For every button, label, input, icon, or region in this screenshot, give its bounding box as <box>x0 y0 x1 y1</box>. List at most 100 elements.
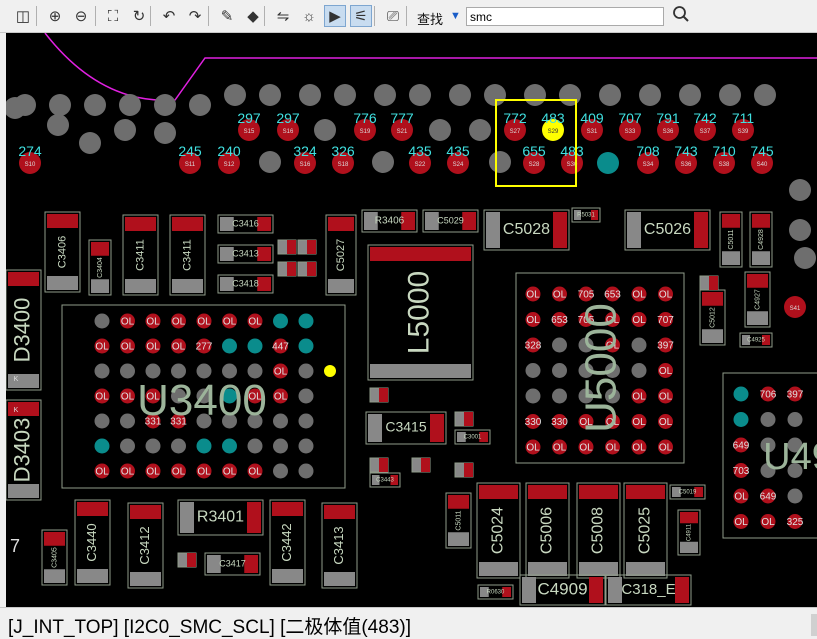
gray-pad <box>299 84 321 106</box>
component: C3001 <box>454 429 491 445</box>
pad-label: S19 <box>360 129 371 135</box>
component-pad <box>324 505 355 519</box>
pad-value: 274 <box>18 143 42 159</box>
component-pad <box>8 272 39 286</box>
component-label: C3416 <box>232 218 259 228</box>
ball-value: 705 <box>578 290 595 301</box>
gray-pad <box>84 94 106 116</box>
pad-label: S16 <box>283 129 294 135</box>
component-label: C3418 <box>232 278 259 288</box>
ball-pad <box>171 438 186 454</box>
ball-value: OL <box>95 392 109 403</box>
ball-value: 653 <box>551 315 568 326</box>
board-canvas[interactable]: S15 297 S16 297 S19 776 S21 777 S27 772 S29 483 S31 4… <box>6 33 817 607</box>
pad-label: S40 <box>757 162 768 168</box>
find-dropdown-icon[interactable]: ▼ <box>450 10 461 22</box>
component: C4927 <box>744 271 771 328</box>
ball-value: OL <box>526 290 540 301</box>
scrollbar[interactable] <box>811 614 817 636</box>
component-pad <box>486 212 500 248</box>
component-pad <box>244 555 258 573</box>
component-pad <box>752 214 770 228</box>
toolbar-separator <box>95 6 96 26</box>
component-label: C5011 <box>728 229 735 249</box>
ball-value: 330 <box>525 417 542 428</box>
ball-value: OL <box>734 492 748 503</box>
component: C5011 <box>719 211 743 268</box>
ball-value: OL <box>659 417 673 428</box>
board-view[interactable]: S15 297 S16 297 S19 776 S21 777 S27 772 S29 483 S31 4… <box>6 33 817 607</box>
component-pad <box>44 569 65 583</box>
component: C5024 <box>476 482 521 579</box>
gray-pad <box>679 84 701 106</box>
ball-pad <box>94 363 110 379</box>
gray-pad <box>259 84 281 106</box>
rotate-left-icon: ↶ <box>162 8 176 25</box>
mirror-button[interactable]: ⇋ <box>272 5 294 27</box>
ball-pad <box>247 438 263 454</box>
pad-value: 711 <box>732 110 755 126</box>
component-pad <box>752 251 770 265</box>
component: C5026 <box>624 209 711 251</box>
search-icon <box>672 5 690 27</box>
component: R3406 <box>361 209 418 233</box>
toolbar-separator <box>406 6 407 26</box>
rotate-right-icon: ↷ <box>188 8 202 25</box>
zoom-out-button[interactable]: ⊖ <box>70 5 92 27</box>
ball-value: OL <box>121 342 135 353</box>
component-pad <box>627 212 641 248</box>
component-label: C318_E <box>621 581 675 598</box>
component: C5006 <box>525 482 570 579</box>
mouse-button[interactable]: ⎚ <box>382 5 404 27</box>
component-label: C3415 <box>385 419 426 435</box>
search-input[interactable] <box>466 7 664 26</box>
paint-button[interactable]: ✎ <box>216 5 238 27</box>
component-pad <box>8 402 39 416</box>
component-pad <box>579 485 618 499</box>
zoom-fit-button[interactable]: ⛶ <box>102 5 124 27</box>
component-label: C3411 <box>181 239 193 271</box>
net-highlight-button[interactable]: ▶ <box>324 5 346 27</box>
ball-value: OL <box>274 392 288 403</box>
component-pad <box>172 279 203 293</box>
component-label: C3413 <box>331 526 346 564</box>
small-part-pad <box>287 240 296 254</box>
diamond-button[interactable]: ◆ <box>242 5 264 27</box>
component-label: C5006 <box>539 507 556 554</box>
component-label: C5029 <box>437 215 464 225</box>
lamp-button[interactable]: ☼ <box>298 5 320 27</box>
search-button[interactable] <box>670 5 692 27</box>
refresh-button[interactable]: ↻ <box>128 5 150 27</box>
ball-value: OL <box>146 342 160 353</box>
ball-pad <box>733 386 749 402</box>
component-pad <box>747 274 768 288</box>
component-label: C3001 <box>464 435 482 441</box>
ball-pad <box>552 363 567 378</box>
component-pad <box>722 214 740 228</box>
rotate-left-button[interactable]: ↶ <box>158 5 180 27</box>
component-pad <box>579 562 618 576</box>
ball-value: OL <box>632 392 646 403</box>
component-pad <box>553 212 567 248</box>
component: C5025 <box>623 482 668 579</box>
trace-button[interactable]: ⚟ <box>350 5 372 27</box>
rotate-right-button[interactable]: ↷ <box>184 5 206 27</box>
ball-value: 397 <box>657 341 674 352</box>
component-pad <box>370 364 471 378</box>
component-pad <box>370 247 471 261</box>
component-pad <box>522 577 536 603</box>
component: C3413 <box>217 244 274 264</box>
pad-value: 710 <box>712 143 736 159</box>
component-label: C4928 <box>758 229 765 250</box>
ball-value: OL <box>146 467 160 478</box>
component-pad <box>257 217 271 231</box>
component-label: C3411 <box>134 239 146 271</box>
ball-value: OL <box>172 342 186 353</box>
ball-pad <box>733 412 749 427</box>
two-panel-view-button[interactable]: ◫ <box>12 5 34 27</box>
pad-value: 655 <box>522 143 546 159</box>
component-pad <box>694 212 708 248</box>
component: C3443 <box>369 472 401 488</box>
component-pad <box>680 512 698 524</box>
zoom-in-button[interactable]: ⊕ <box>44 5 66 27</box>
